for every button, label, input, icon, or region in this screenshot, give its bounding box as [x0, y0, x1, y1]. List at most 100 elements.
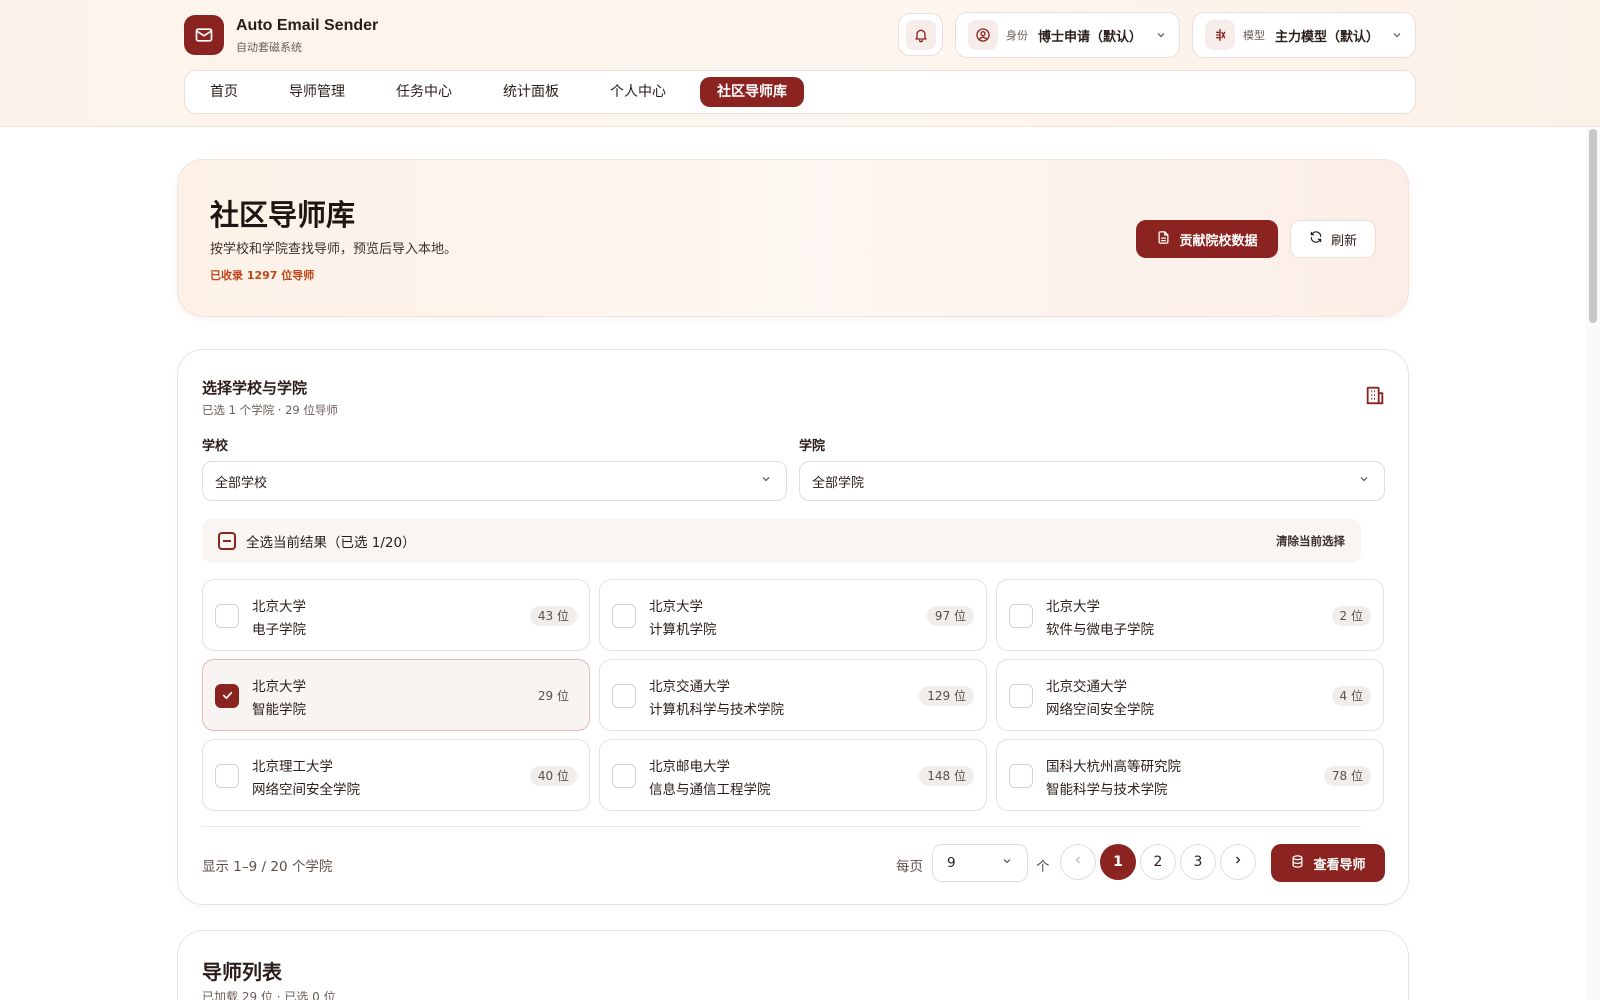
- tile-college: 智能科学与技术学院: [1046, 782, 1168, 798]
- page-scrollbar[interactable]: [1586, 127, 1600, 1000]
- college-checkbox-checked[interactable]: [215, 684, 239, 708]
- page-button-1[interactable]: 1: [1100, 844, 1136, 880]
- database-icon: [1290, 854, 1305, 873]
- nav-item-tasks[interactable]: 任务中心: [379, 77, 469, 107]
- tile-count-badge: 4 位: [1331, 686, 1371, 706]
- contribute-button[interactable]: 贡献院校数据: [1136, 220, 1278, 258]
- college-checkbox[interactable]: [215, 604, 239, 628]
- notification-button[interactable]: [898, 13, 943, 56]
- page-button-3[interactable]: 3: [1180, 844, 1216, 880]
- page-button-2[interactable]: 2: [1140, 844, 1176, 880]
- top-header: Auto Email Sender 自动套磁系统 身份 博士申请（默认） 模型 …: [0, 0, 1600, 127]
- college-tile[interactable]: 北京理工大学 网络空间安全学院 40 位: [202, 739, 590, 811]
- tile-school: 北京理工大学: [252, 759, 333, 775]
- college-dropdown[interactable]: 全部学院: [799, 461, 1385, 501]
- tile-count-badge: 129 位: [919, 686, 974, 706]
- per-page-unit: 个: [1036, 859, 1050, 875]
- tile-college: 网络空间安全学院: [252, 782, 360, 798]
- advisor-list-subtitle: 已加载 29 位 · 已选 0 位: [202, 990, 336, 1000]
- college-tile[interactable]: 北京大学 软件与微电子学院 2 位: [996, 579, 1384, 651]
- refresh-button[interactable]: 刷新: [1290, 220, 1376, 258]
- nav-item-profile[interactable]: 个人中心: [593, 77, 683, 107]
- school-field-label: 学校: [202, 439, 229, 454]
- college-checkbox[interactable]: [612, 604, 636, 628]
- per-page-value: 9: [947, 855, 956, 871]
- per-page-select[interactable]: 9: [932, 844, 1028, 882]
- mail-logo-icon: [184, 15, 224, 55]
- nav-item-community[interactable]: 社区导师库: [700, 77, 804, 107]
- college-tile[interactable]: 北京交通大学 计算机科学与技术学院 129 位: [599, 659, 987, 731]
- app-title: Auto Email Sender: [236, 17, 379, 34]
- divider: [202, 826, 1361, 827]
- tile-count-badge: 43 位: [529, 606, 577, 626]
- tile-count-badge: 2 位: [1331, 606, 1371, 626]
- advisor-list-title: 导师列表: [202, 960, 282, 984]
- chevron-right-icon: [1232, 854, 1244, 870]
- select-all-bar: 全选当前结果（已选 1/20） 清除当前选择: [202, 519, 1361, 563]
- advisor-count: 已收录 1297 位导师: [210, 269, 315, 282]
- tile-school: 北京交通大学: [649, 679, 730, 695]
- college-tile[interactable]: 北京邮电大学 信息与通信工程学院 148 位: [599, 739, 987, 811]
- tile-college: 智能学院: [252, 702, 306, 718]
- tile-count-badge: 29 位: [537, 689, 569, 703]
- contribute-label: 贡献院校数据: [1179, 233, 1258, 249]
- college-checkbox[interactable]: [1009, 764, 1033, 788]
- college-tile[interactable]: 国科大杭州高等研究院 智能科学与技术学院 78 位: [996, 739, 1384, 811]
- tile-count-badge: 148 位: [919, 766, 974, 786]
- view-advisors-button[interactable]: 查看导师: [1271, 844, 1385, 882]
- refresh-label: 刷新: [1330, 233, 1357, 249]
- tile-school: 北京邮电大学: [649, 759, 730, 775]
- selector-subtitle: 已选 1 个学院 · 29 位导师: [202, 403, 338, 417]
- scrollbar-thumb[interactable]: [1589, 129, 1597, 323]
- tile-school: 北京大学: [252, 599, 306, 615]
- nav-item-home[interactable]: 首页: [193, 77, 255, 107]
- page-title: 社区导师库: [210, 198, 356, 232]
- college-dropdown-value: 全部学院: [812, 475, 865, 491]
- chevron-down-icon: [1001, 855, 1013, 871]
- prev-page-button[interactable]: [1060, 844, 1096, 880]
- select-all-label[interactable]: 全选当前结果（已选 1/20）: [246, 531, 1276, 551]
- school-college-selector: 选择学校与学院 已选 1 个学院 · 29 位导师 学校 全部学校 学院 全部学…: [177, 349, 1409, 905]
- chevron-down-icon: [760, 473, 772, 489]
- college-tile-selected[interactable]: 北京大学 智能学院 29 位: [202, 659, 590, 731]
- school-dropdown-value: 全部学校: [215, 475, 268, 491]
- identity-label: 身份: [1006, 29, 1028, 42]
- advisor-list-card: 导师列表 已加载 29 位 · 已选 0 位: [177, 930, 1409, 1000]
- identity-value: 博士申请（默认）: [1038, 29, 1143, 45]
- app-subtitle: 自动套磁系统: [236, 41, 302, 54]
- identity-select[interactable]: 身份 博士申请（默认）: [955, 12, 1180, 58]
- college-tile[interactable]: 北京大学 计算机学院 97 位: [599, 579, 987, 651]
- pagination-summary: 显示 1–9 / 20 个学院: [202, 859, 333, 875]
- tile-school: 北京大学: [649, 599, 703, 615]
- college-tile[interactable]: 北京大学 电子学院 43 位: [202, 579, 590, 651]
- refresh-icon: [1309, 230, 1323, 248]
- tile-school: 北京大学: [252, 679, 306, 695]
- building-icon: [1364, 384, 1386, 410]
- model-icon: [1205, 20, 1235, 50]
- chevron-down-icon: [1155, 26, 1167, 45]
- tile-school: 北京交通大学: [1046, 679, 1127, 695]
- tile-college: 软件与微电子学院: [1046, 622, 1154, 638]
- document-icon: [1156, 230, 1171, 249]
- check-icon: [221, 687, 234, 706]
- chevron-down-icon: [1358, 473, 1370, 489]
- next-page-button[interactable]: [1220, 844, 1256, 880]
- college-checkbox[interactable]: [1009, 604, 1033, 628]
- view-advisors-label: 查看导师: [1313, 857, 1366, 873]
- college-checkbox[interactable]: [215, 764, 239, 788]
- tile-college: 信息与通信工程学院: [649, 782, 771, 798]
- school-dropdown[interactable]: 全部学校: [202, 461, 787, 501]
- clear-selection-button[interactable]: 清除当前选择: [1276, 533, 1345, 549]
- college-checkbox[interactable]: [612, 764, 636, 788]
- tile-college: 网络空间安全学院: [1046, 702, 1154, 718]
- chevron-down-icon: [1391, 26, 1403, 45]
- nav-item-stats[interactable]: 统计面板: [486, 77, 576, 107]
- college-checkbox[interactable]: [1009, 684, 1033, 708]
- tile-school: 国科大杭州高等研究院: [1046, 759, 1181, 775]
- college-checkbox[interactable]: [612, 684, 636, 708]
- model-select[interactable]: 模型 主力模型（默认）: [1192, 12, 1416, 58]
- nav-item-advisors[interactable]: 导师管理: [272, 77, 362, 107]
- college-tile[interactable]: 北京交通大学 网络空间安全学院 4 位: [996, 659, 1384, 731]
- model-label: 模型: [1243, 29, 1265, 42]
- select-all-checkbox[interactable]: [218, 532, 236, 550]
